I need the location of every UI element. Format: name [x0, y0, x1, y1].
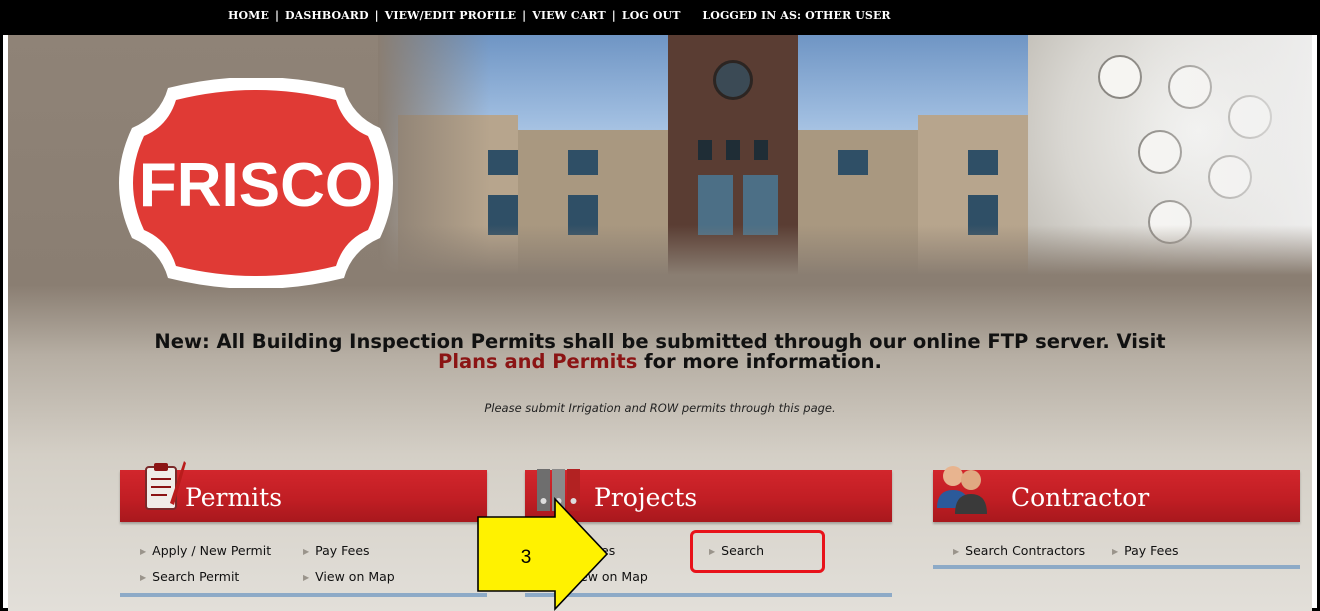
permits-panel-header[interactable]: Permits: [120, 461, 487, 522]
nav-home[interactable]: HOME: [228, 9, 269, 22]
bullet-icon: ▶: [140, 547, 147, 556]
permits-pay-fees-link[interactable]: ▶ Pay Fees: [303, 543, 370, 558]
announcement: New: All Building Inspection Permits sha…: [8, 332, 1312, 372]
nav-separator: |: [274, 9, 280, 22]
bullet-icon: ▶: [303, 573, 310, 582]
permits-view-on-map-link[interactable]: ▶ View on Map: [303, 569, 395, 584]
bullet-icon: ▶: [1112, 547, 1119, 556]
permits-pay-fees-label: Pay Fees: [315, 543, 370, 558]
permits-title: Permits: [185, 483, 283, 512]
irrigation-row-note: Please submit Irrigation and ROW permits…: [484, 401, 836, 415]
search-permit-label: Search Permit: [152, 569, 240, 584]
clipboard-icon: [145, 461, 186, 510]
search-contractors-link[interactable]: ▶ Search Contractors: [953, 543, 1085, 558]
contractor-pay-fees-link[interactable]: ▶ Pay Fees: [1112, 543, 1179, 558]
search-permit-link[interactable]: ▶ Search Permit: [140, 569, 239, 584]
announcement-line1: New: All Building Inspection Permits sha…: [154, 330, 1166, 353]
people-icon: [937, 466, 987, 514]
nav-separator: |: [374, 9, 379, 22]
step-arrow-annotation: 3: [477, 497, 609, 611]
contractor-panel-header[interactable]: Contractor: [933, 466, 1300, 522]
nav-dashboard[interactable]: DASHBOARD: [285, 9, 369, 22]
announcement-line2-text: for more information.: [637, 350, 882, 373]
permits-view-on-map-label: View on Map: [315, 569, 395, 584]
search-highlight-box: [690, 530, 825, 573]
apply-new-permit-label: Apply / New Permit: [152, 543, 272, 558]
contractor-title: Contractor: [1011, 483, 1150, 512]
bullet-icon: ▶: [140, 573, 147, 582]
plans-and-permits-link[interactable]: Plans and Permits: [438, 350, 637, 373]
search-contractors-label: Search Contractors: [965, 543, 1086, 558]
nav-view-edit-profile[interactable]: VIEW/EDIT PROFILE: [385, 9, 516, 22]
announcement-line2: Plans and Permits for more information.: [8, 352, 1312, 372]
nav-separator: |: [611, 9, 616, 22]
nav-view-cart[interactable]: VIEW CART: [532, 9, 606, 22]
top-nav: HOME | DASHBOARD | VIEW/EDIT PROFILE | VIEW CA…: [228, 9, 891, 22]
contractor-divider: [933, 565, 1300, 569]
frisco-logo[interactable]: FRISCO: [106, 78, 406, 288]
bullet-icon: ▶: [953, 547, 960, 556]
logged-in-user: OTHER USER: [805, 9, 891, 22]
bullet-icon: ▶: [303, 547, 310, 556]
header-banner-image: [378, 35, 1312, 275]
apply-new-permit-link[interactable]: ▶ Apply / New Permit: [140, 543, 271, 558]
step-number: 3: [521, 547, 532, 568]
logged-in-label: LOGGED IN AS:: [702, 9, 802, 22]
permits-divider: [120, 593, 487, 597]
contractor-pay-fees-label: Pay Fees: [1124, 543, 1179, 558]
banner-fade-bottom: [378, 225, 1312, 275]
logo-text: FRISCO: [139, 151, 373, 220]
nav-log-out[interactable]: LOG OUT: [622, 9, 681, 22]
top-navigation-bar: HOME | DASHBOARD | VIEW/EDIT PROFILE | VIEW CA…: [0, 0, 1320, 35]
nav-separator: |: [522, 9, 527, 22]
